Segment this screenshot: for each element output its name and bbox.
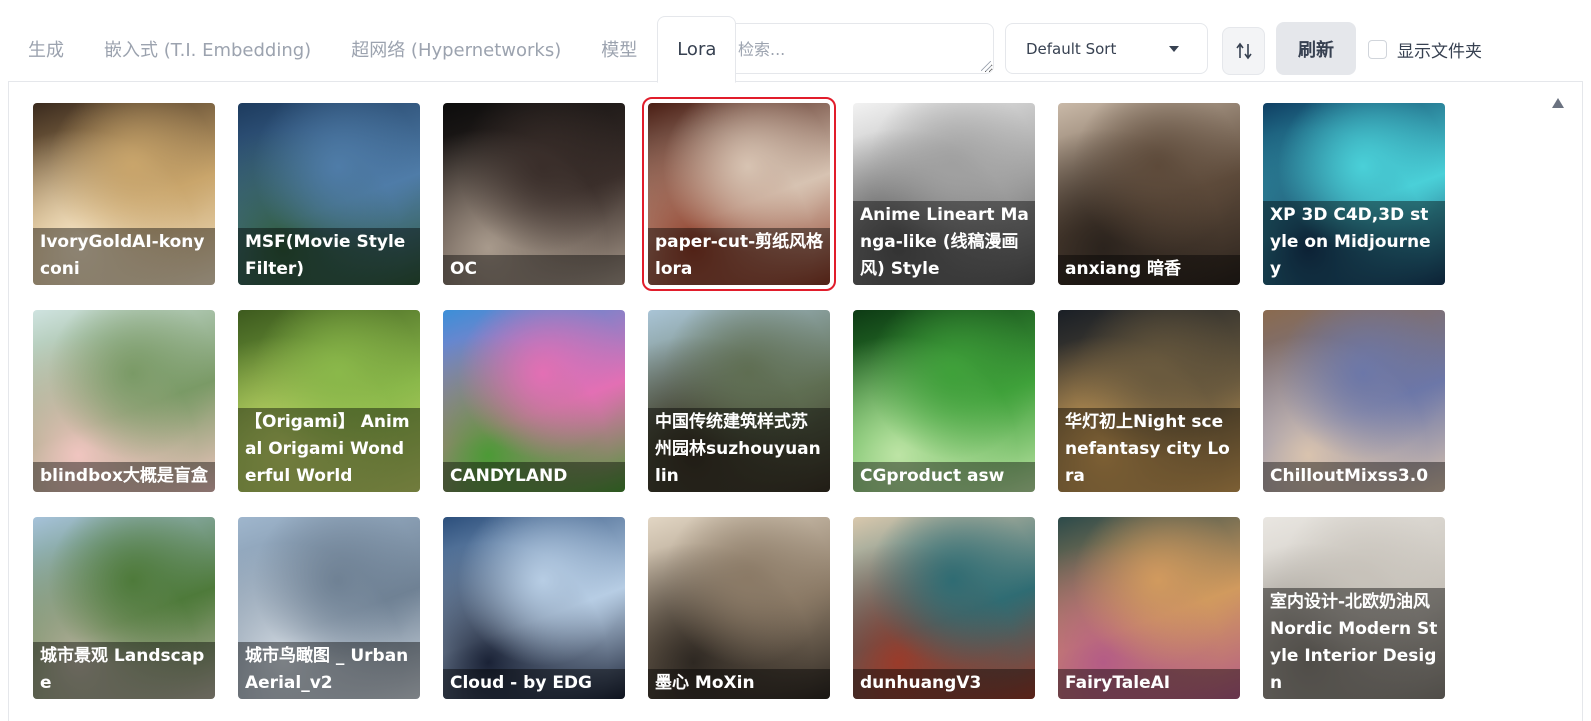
lora-card[interactable]: CANDYLAND: [443, 310, 625, 492]
lora-card-name: FairyTaleAI: [1058, 669, 1240, 699]
tab-generate[interactable]: 生成: [8, 16, 84, 82]
chevron-down-icon: [1169, 46, 1179, 52]
lora-card[interactable]: OC: [443, 103, 625, 285]
lora-card[interactable]: 中国传统建筑样式苏州园林suzhouyuanlin: [648, 310, 830, 492]
lora-card-name: blindbox大概是盲盒: [33, 462, 215, 492]
sort-direction-button[interactable]: [1222, 27, 1265, 75]
lora-card-name: paper-cut-剪纸风格lora: [648, 228, 830, 285]
search-wrapper: [723, 23, 994, 74]
tab-lora[interactable]: Lora: [657, 16, 737, 83]
lora-card-name: CANDYLAND: [443, 462, 625, 492]
lora-card-name: 城市景观 Landscape: [33, 642, 215, 699]
up-down-arrows-icon: [1235, 42, 1252, 60]
tab-bar: 生成 嵌入式 (T.I. Embedding) 超网络 (Hypernetwor…: [8, 16, 737, 83]
lora-card-name: CGproduct asw: [853, 462, 1035, 492]
lora-card[interactable]: Cloud - by EDG: [443, 517, 625, 699]
lora-card-name: 墨心 MoXin: [648, 669, 830, 699]
show-dirs-label: 显示文件夹: [1397, 41, 1482, 62]
lora-card-name: 华灯初上Night scenefantasy city Lora: [1058, 408, 1240, 492]
resize-handle-icon[interactable]: [981, 61, 991, 71]
lora-card[interactable]: 墨心 MoXin: [648, 517, 830, 699]
lora-card[interactable]: dunhuangV3: [853, 517, 1035, 699]
top-bar: 生成 嵌入式 (T.I. Embedding) 超网络 (Hypernetwor…: [0, 0, 1591, 83]
tab-models[interactable]: 模型: [581, 16, 657, 82]
lora-card[interactable]: CGproduct asw: [853, 310, 1035, 492]
lora-card-name: anxiang 暗香: [1058, 255, 1240, 285]
lora-card-name: 中国传统建筑样式苏州园林suzhouyuanlin: [648, 408, 830, 492]
lora-card[interactable]: XP 3D C4D,3D style on Midjourney: [1263, 103, 1445, 285]
lora-card-name: 【Origami】 Animal Origami Wonderful World: [238, 408, 420, 492]
lora-card-name: dunhuangV3: [853, 669, 1035, 699]
lora-card-name: MSF(Movie Style Filter): [238, 228, 420, 285]
lora-card-name: 室内设计-北欧奶油风Nordic Modern Style Interior D…: [1263, 588, 1445, 699]
lora-card-grid: IvoryGoldAI-konyconi MSF(Movie Style Filt…: [33, 97, 1445, 699]
lora-card[interactable]: 城市鸟瞰图 _ UrbanAerial_v2: [238, 517, 420, 699]
lora-card[interactable]: ChilloutMixss3.0: [1263, 310, 1445, 492]
lora-card[interactable]: 室内设计-北欧奶油风Nordic Modern Style Interior D…: [1263, 517, 1445, 699]
tab-hypernetworks[interactable]: 超网络 (Hypernetworks): [331, 16, 581, 82]
lora-card-name: Cloud - by EDG: [443, 669, 625, 699]
sort-select-value: Default Sort: [1026, 39, 1117, 58]
lora-card[interactable]: 城市景观 Landscape: [33, 517, 215, 699]
lora-card[interactable]: 华灯初上Night scenefantasy city Lora: [1058, 310, 1240, 492]
lora-card-name: 城市鸟瞰图 _ UrbanAerial_v2: [238, 642, 420, 699]
lora-card-name: IvoryGoldAI-konyconi: [33, 228, 215, 285]
tab-embedding[interactable]: 嵌入式 (T.I. Embedding): [84, 16, 331, 82]
lora-card-name: ChilloutMixss3.0: [1263, 462, 1445, 492]
show-dirs-toggle[interactable]: 显示文件夹: [1368, 38, 1482, 62]
lora-card-name: XP 3D C4D,3D style on Midjourney: [1263, 201, 1445, 285]
search-input[interactable]: [723, 23, 994, 74]
scroll-up-arrow-icon[interactable]: [1552, 98, 1564, 108]
sort-select[interactable]: Default Sort: [1005, 23, 1208, 74]
lora-card-name: Anime Lineart Manga-like (线稿漫画风) Style: [853, 201, 1035, 285]
lora-card[interactable]: MSF(Movie Style Filter): [238, 103, 420, 285]
lora-card[interactable]: blindbox大概是盲盒: [33, 310, 215, 492]
lora-card[interactable]: Anime Lineart Manga-like (线稿漫画风) Style: [853, 103, 1035, 285]
show-dirs-checkbox[interactable]: [1368, 39, 1387, 59]
lora-card[interactable]: IvoryGoldAI-konyconi: [33, 103, 215, 285]
lora-card[interactable]: paper-cut-剪纸风格lora: [642, 97, 836, 291]
refresh-button[interactable]: 刷新: [1276, 22, 1356, 75]
lora-card[interactable]: anxiang 暗香: [1058, 103, 1240, 285]
lora-card[interactable]: FairyTaleAI: [1058, 517, 1240, 699]
lora-card[interactable]: 【Origami】 Animal Origami Wonderful World: [238, 310, 420, 492]
lora-card-name: OC: [443, 255, 625, 285]
